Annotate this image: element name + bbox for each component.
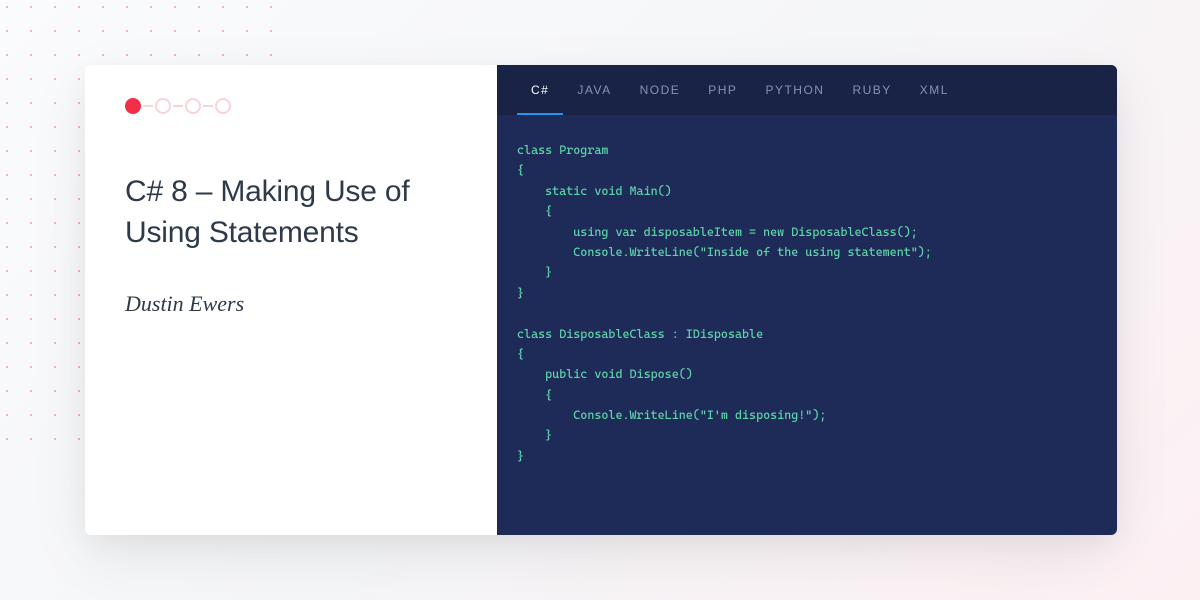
author-name: Dustin Ewers xyxy=(125,291,457,317)
page-title: C# 8 – Making Use of Using Statements xyxy=(125,172,457,253)
tab-python[interactable]: PYTHON xyxy=(751,65,838,115)
tab-xml[interactable]: XML xyxy=(906,65,963,115)
language-tabs: C# JAVA NODE PHP PYTHON RUBY XML xyxy=(497,65,1117,116)
tab-node[interactable]: NODE xyxy=(626,65,695,115)
step-connector xyxy=(203,105,213,107)
card-left-panel: C# 8 – Making Use of Using Statements Du… xyxy=(85,65,497,535)
code-panel: C# JAVA NODE PHP PYTHON RUBY XML class P… xyxy=(497,65,1117,535)
tab-ruby[interactable]: RUBY xyxy=(838,65,905,115)
content-card: C# 8 – Making Use of Using Statements Du… xyxy=(85,65,1117,535)
tab-java[interactable]: JAVA xyxy=(563,65,625,115)
step-dot-1 xyxy=(125,98,141,114)
step-dot-3 xyxy=(185,98,201,114)
tab-csharp[interactable]: C# xyxy=(517,65,563,115)
code-snippet: class Program { static void Main() { usi… xyxy=(497,116,1117,535)
step-dot-2 xyxy=(155,98,171,114)
tab-php[interactable]: PHP xyxy=(694,65,751,115)
step-dot-4 xyxy=(215,98,231,114)
step-connector xyxy=(173,105,183,107)
step-indicator xyxy=(125,98,457,114)
step-connector xyxy=(143,105,153,107)
